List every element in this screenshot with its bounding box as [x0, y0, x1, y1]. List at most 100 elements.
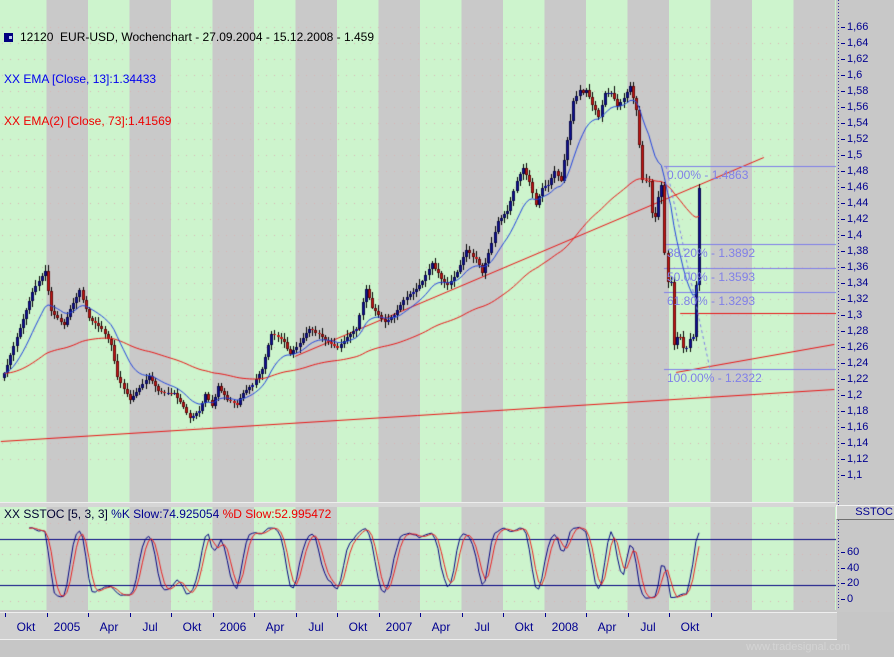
- price-tick-label: 1,22: [847, 374, 868, 385]
- time-label: Apr: [432, 620, 451, 634]
- stoch-tick: [841, 568, 845, 569]
- price-tick-label: 1,64: [847, 38, 868, 49]
- ema13-legend[interactable]: XX EMA [Close, 13]:1.34433: [4, 72, 374, 86]
- fib-level-label[interactable]: 100.00% - 1.2322: [667, 372, 762, 384]
- price-axis-line: [838, 0, 839, 505]
- price-tick-label: 1,26: [847, 342, 868, 353]
- price-tick-label: 1,52: [847, 134, 868, 145]
- price-tick-label: 1,2: [847, 390, 862, 401]
- price-pane[interactable]: 12120 EUR-USD, Wochenchart - 27.09.2004 …: [0, 0, 836, 502]
- price-tick: [841, 299, 845, 300]
- stoch-tick: [841, 599, 845, 600]
- stochastic-axis-title[interactable]: SSTOC: [836, 505, 894, 520]
- price-tick: [841, 363, 845, 364]
- fib-level-label[interactable]: 0.00% - 1.4863: [667, 169, 748, 181]
- stochastic-axis[interactable]: SSTOC 6040200: [836, 505, 894, 612]
- time-tick: [171, 613, 172, 617]
- time-tick: [379, 613, 380, 617]
- time-label: Jul: [640, 620, 655, 634]
- time-label: 2007: [386, 620, 413, 634]
- chart-title: 12120 EUR-USD, Wochenchart - 27.09.2004 …: [20, 30, 374, 44]
- price-tick: [841, 75, 845, 76]
- price-tick-label: 1,16: [847, 422, 868, 433]
- price-tick: [841, 155, 845, 156]
- stoch-tick-label: 20: [847, 578, 859, 589]
- price-tick-label: 1,5: [847, 150, 862, 161]
- price-tick: [841, 171, 845, 172]
- price-tick-label: 1,6: [847, 70, 862, 81]
- stochastic-name: XX SSTOC [5, 3, 3]: [4, 507, 108, 521]
- price-tick: [841, 395, 845, 396]
- time-label: Okt: [349, 620, 368, 634]
- price-tick: [841, 187, 845, 188]
- fib-level-label[interactable]: 38.20% - 1.3892: [667, 247, 755, 259]
- price-tick-label: 1,66: [847, 22, 868, 33]
- price-tick-label: 1,54: [847, 118, 868, 129]
- status-strip: www.tradesignal.com: [0, 640, 894, 657]
- chart-icon: [4, 33, 13, 42]
- price-tick: [841, 427, 845, 428]
- fib-level-label[interactable]: 50.00% - 1.3593: [667, 271, 755, 283]
- stochastic-canvas[interactable]: [0, 507, 836, 610]
- time-label: Jul: [308, 620, 323, 634]
- time-label: Apr: [598, 620, 617, 634]
- time-label: 2008: [552, 620, 579, 634]
- price-tick-label: 1,4: [847, 230, 862, 241]
- time-tick: [337, 613, 338, 617]
- price-tick: [841, 379, 845, 380]
- time-tick: [47, 613, 48, 617]
- ema73-legend[interactable]: XX EMA(2) [Close, 73]:1.41569: [4, 114, 374, 128]
- price-tick: [841, 315, 845, 316]
- price-tick: [841, 91, 845, 92]
- time-label: Apr: [100, 620, 119, 634]
- price-tick: [841, 459, 845, 460]
- time-axis[interactable]: Okt2005AprJulOkt2006AprJulOkt2007AprJulO…: [0, 612, 837, 640]
- price-tick-label: 1,42: [847, 214, 868, 225]
- price-axis[interactable]: 1,66 1,64 1,62 1,6 1,58 1,56 1,54 1,52 1,5 1,48 1,…: [836, 0, 894, 505]
- price-tick: [841, 59, 845, 60]
- price-tick: [841, 43, 845, 44]
- price-tick-label: 1,36: [847, 262, 868, 273]
- price-tick-label: 1,58: [847, 86, 868, 97]
- time-label: Jul: [474, 620, 489, 634]
- time-tick: [669, 613, 670, 617]
- price-tick-label: 1,3: [847, 310, 862, 321]
- time-tick: [213, 613, 214, 617]
- time-tick: [254, 613, 255, 617]
- time-label: Okt: [515, 620, 534, 634]
- time-tick: [545, 613, 546, 617]
- price-tick-label: 1,24: [847, 358, 868, 369]
- stochastic-axis-line: [838, 520, 839, 610]
- time-tick: [711, 613, 712, 617]
- time-label: Okt: [183, 620, 202, 634]
- price-tick-label: 1,14: [847, 438, 868, 449]
- price-tick: [841, 203, 845, 204]
- price-tick-label: 1,62: [847, 54, 868, 65]
- time-tick: [88, 613, 89, 617]
- time-tick: [503, 613, 504, 617]
- fib-level-label[interactable]: 61.80% - 1.3293: [667, 295, 755, 307]
- time-label: Jul: [142, 620, 157, 634]
- stochastic-header[interactable]: XX SSTOC [5, 3, 3] %K Slow:74.925054 %D …: [4, 507, 331, 521]
- price-tick-label: 1,46: [847, 182, 868, 193]
- price-tick: [841, 475, 845, 476]
- price-tick-label: 1,56: [847, 102, 868, 113]
- price-tick-label: 1,48: [847, 166, 868, 177]
- time-tick: [462, 613, 463, 617]
- price-tick: [841, 235, 845, 236]
- watermark: www.tradesignal.com: [746, 641, 850, 653]
- tradesignal-chart-window: 12120 EUR-USD, Wochenchart - 27.09.2004 …: [0, 0, 894, 657]
- stochastic-d-value: %D Slow:52.995472: [223, 507, 332, 521]
- time-label: 2005: [54, 620, 81, 634]
- price-tick: [841, 123, 845, 124]
- price-tick-label: 1,38: [847, 246, 868, 257]
- time-tick: [586, 613, 587, 617]
- price-tick-label: 1,34: [847, 278, 868, 289]
- price-tick: [841, 347, 845, 348]
- stoch-tick-label: 60: [847, 547, 859, 558]
- time-label: Okt: [17, 620, 36, 634]
- stochastic-pane[interactable]: XX SSTOC [5, 3, 3] %K Slow:74.925054 %D …: [0, 507, 836, 610]
- time-label: Okt: [681, 620, 700, 634]
- price-tick-label: 1,12: [847, 454, 868, 465]
- time-tick: [130, 613, 131, 617]
